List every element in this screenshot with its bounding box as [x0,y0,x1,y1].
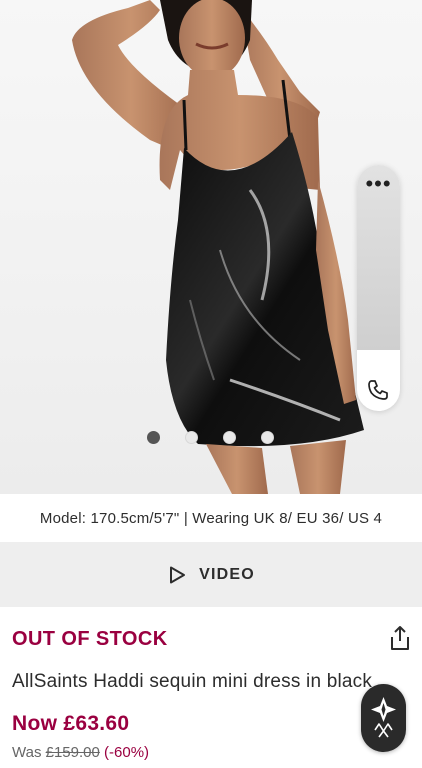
original-price: £159.00 [45,744,100,761]
video-label: VIDEO [199,565,255,583]
was-label: Was [12,744,46,761]
contact-side-widget: ••• [357,165,400,411]
gallery-dot[interactable] [185,431,198,444]
gallery-dot[interactable] [147,431,160,444]
original-price-row: Was £159.00 (-60%) [12,744,149,761]
play-icon [170,566,186,583]
share-icon[interactable] [388,625,412,651]
assistant-button[interactable] [361,684,406,752]
gallery-pagination [147,431,274,444]
current-price: Now £63.60 [12,712,130,735]
assistant-logo-icon [371,697,396,738]
model-size-info: Model: 170.5cm/5'7" | Wearing UK 8/ EU 3… [39,509,383,527]
phone-icon[interactable] [366,378,390,402]
gallery-dot[interactable] [261,431,274,444]
more-horizontal-icon[interactable]: ••• [357,173,400,195]
product-image-gallery[interactable]: ••• [0,0,422,494]
video-button[interactable]: VIDEO [0,542,422,607]
stock-status: OUT OF STOCK [12,628,168,650]
discount-percentage: (-60%) [104,744,150,761]
product-title: AllSaints Haddi sequin mini dress in bla… [12,671,373,692]
gallery-dot[interactable] [223,431,236,444]
